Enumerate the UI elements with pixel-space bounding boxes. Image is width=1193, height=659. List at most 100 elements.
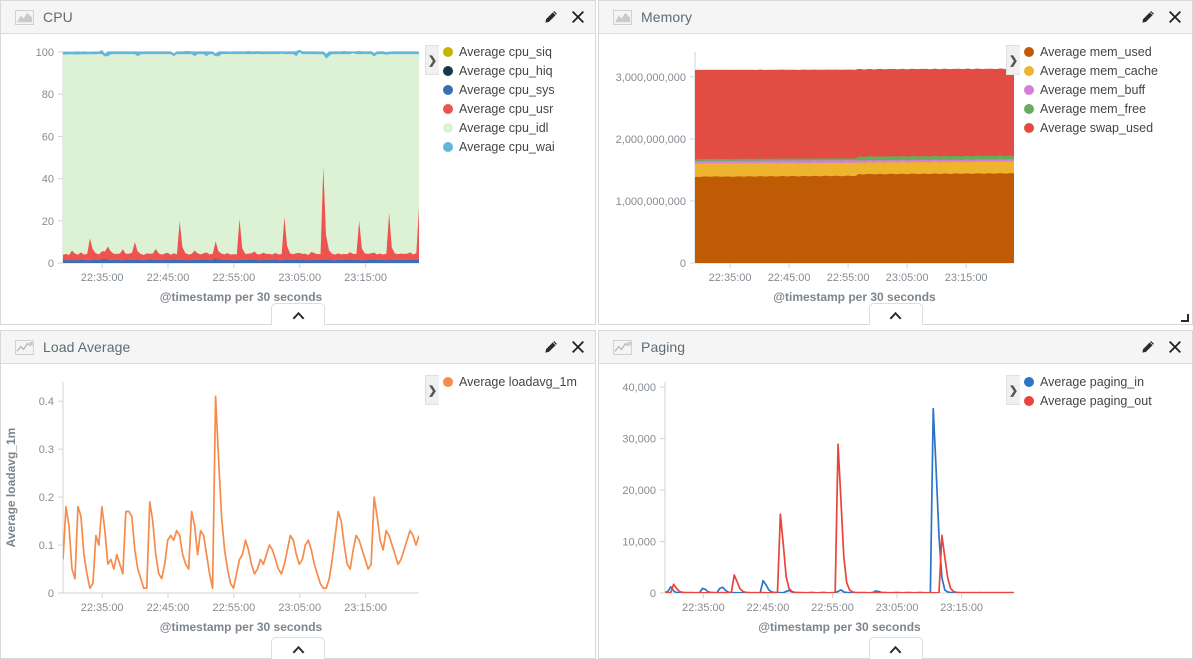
close-panel-icon[interactable] <box>571 340 585 354</box>
y-tick-label: 0 <box>48 258 54 270</box>
x-tick-label: 23:05:00 <box>876 602 919 614</box>
edit-panel-icon[interactable] <box>544 10 558 24</box>
legend-collapse-toggle[interactable]: ❯ <box>425 45 439 75</box>
x-tick-label: 22:45:00 <box>747 602 790 614</box>
y-tick-label: 0 <box>650 588 656 600</box>
legend-item[interactable]: Average mem_free <box>1024 99 1188 118</box>
y-tick-label: 0 <box>48 588 54 600</box>
x-axis-title: @timestamp per 30 seconds <box>160 290 323 304</box>
y-tick-label: 3,000,000,000 <box>616 72 686 84</box>
panel-actions <box>544 340 585 354</box>
panel-body-loadavg: 0 0.1 0.2 0.3 0.4 22:35:00 22:45:00 22:55:00 23:… <box>1 364 595 658</box>
y-tick-label: 0 <box>680 258 686 270</box>
legend-loadavg: ❯ Average loadavg_1m <box>425 372 591 405</box>
legend-collapse-toggle[interactable]: ❯ <box>1006 45 1020 75</box>
edit-panel-icon[interactable] <box>544 340 558 354</box>
legend-item[interactable]: Average cpu_idl <box>443 118 591 137</box>
dashboard-root: CPU 0 20 40 60 80 100 22:35:00 22:45:00 22:55:00 2… <box>0 0 1193 659</box>
y-tick-label: 0.2 <box>39 492 54 504</box>
legend-paging: ❯ Average paging_in Average paging_out <box>1006 372 1188 410</box>
legend-label: Average loadavg_1m <box>459 374 577 389</box>
legend-color-dot <box>443 141 453 152</box>
panel-collapse-handle[interactable] <box>271 637 325 659</box>
legend-color-dot <box>443 376 453 387</box>
legend-label: Average cpu_sys <box>459 82 555 97</box>
panel-actions <box>1141 340 1182 354</box>
area-chart-icon <box>613 9 632 25</box>
series-line <box>665 407 1014 593</box>
x-axis-title: @timestamp per 30 seconds <box>758 620 921 634</box>
legend-color-dot <box>1024 103 1034 114</box>
legend-color-dot <box>443 65 453 76</box>
x-tick-label: 22:55:00 <box>827 272 870 284</box>
legend-color-dot <box>443 103 453 114</box>
close-panel-icon[interactable] <box>1168 340 1182 354</box>
series-area <box>63 51 419 256</box>
edit-panel-icon[interactable] <box>1141 10 1155 24</box>
legend-label: Average cpu_idl <box>459 120 549 135</box>
area-chart-icon <box>15 9 34 25</box>
close-panel-icon[interactable] <box>1168 10 1182 24</box>
legend-item[interactable]: Average loadavg_1m <box>443 372 591 391</box>
x-tick-label: 22:35:00 <box>81 602 124 614</box>
x-tick-label: 23:15:00 <box>940 602 983 614</box>
panel-title: Load Average <box>43 339 131 355</box>
y-tick-label: 20 <box>42 216 54 228</box>
panel-body-paging: 0 10,000 20,000 30,000 40,000 22:35:00 22:45:0… <box>599 364 1192 658</box>
legend-color-dot <box>1024 46 1034 57</box>
x-tick-label: 22:45:00 <box>768 272 811 284</box>
panel-collapse-handle[interactable] <box>271 303 325 325</box>
panel-loadavg: Load Average 0 0.1 0.2 0.3 0.4 22:35:00 22:45:0… <box>0 330 596 659</box>
legend-label: Average cpu_wai <box>459 139 555 154</box>
panel-resize-grip[interactable] <box>1178 311 1190 323</box>
y-tick-label: 40,000 <box>622 382 656 394</box>
x-tick-label: 23:05:00 <box>886 272 929 284</box>
legend-label: Average cpu_usr <box>459 101 554 116</box>
legend-color-dot <box>443 84 453 95</box>
legend-item[interactable]: Average mem_cache <box>1024 61 1188 80</box>
chart-loadavg[interactable]: 0 0.1 0.2 0.3 0.4 22:35:00 22:45:00 22:55:00 23:… <box>1 364 595 658</box>
legend-item[interactable]: Average paging_out <box>1024 391 1188 410</box>
legend-item[interactable]: Average cpu_usr <box>443 99 591 118</box>
panel-body-memory: 0 1,000,000,000 2,000,000,000 3,000,000,000… <box>599 34 1192 324</box>
y-tick-label: 80 <box>42 89 54 101</box>
panel-memory: Memory 0 1,000,000,000 2,000,000,000 3,000,0… <box>598 0 1193 325</box>
line-chart-icon <box>613 339 632 355</box>
legend-label: Average swap_used <box>1040 120 1154 135</box>
legend-label: Average paging_out <box>1040 393 1152 408</box>
x-tick-label: 22:35:00 <box>81 272 124 284</box>
legend-cpu: ❯ Average cpu_siq Average cpu_hiq Average c… <box>425 42 591 156</box>
x-tick-label: 23:05:00 <box>278 272 321 284</box>
x-tick-label: 22:55:00 <box>212 602 255 614</box>
edit-panel-icon[interactable] <box>1141 340 1155 354</box>
panel-header-paging: Paging <box>599 331 1192 364</box>
x-tick-label: 22:55:00 <box>811 602 854 614</box>
x-tick-label: 22:55:00 <box>212 272 255 284</box>
x-tick-label: 23:05:00 <box>278 602 321 614</box>
legend-item[interactable]: Average mem_buff <box>1024 80 1188 99</box>
legend-collapse-toggle[interactable]: ❯ <box>1006 375 1020 405</box>
legend-label: Average paging_in <box>1040 374 1145 389</box>
legend-item[interactable]: Average cpu_hiq <box>443 61 591 80</box>
legend-label: Average cpu_siq <box>459 44 552 59</box>
panel-collapse-handle[interactable] <box>868 637 923 659</box>
legend-collapse-toggle[interactable]: ❯ <box>425 375 439 405</box>
legend-item[interactable]: Average swap_used <box>1024 118 1188 137</box>
x-tick-label: 22:45:00 <box>147 272 190 284</box>
panel-header-loadavg: Load Average <box>1 331 595 364</box>
panel-collapse-handle[interactable] <box>868 303 923 325</box>
legend-color-dot <box>1024 122 1034 133</box>
legend-item[interactable]: Average paging_in <box>1024 372 1188 391</box>
series-area <box>695 172 1014 263</box>
legend-color-dot <box>1024 65 1034 76</box>
legend-memory: ❯ Average mem_used Average mem_cache Averag… <box>1006 42 1188 137</box>
close-panel-icon[interactable] <box>571 10 585 24</box>
legend-item[interactable]: Average cpu_siq <box>443 42 591 61</box>
legend-label: Average cpu_hiq <box>459 63 553 78</box>
series-line <box>665 443 1014 593</box>
legend-item[interactable]: Average cpu_sys <box>443 80 591 99</box>
legend-item[interactable]: Average mem_used <box>1024 42 1188 61</box>
x-axis-title: @timestamp per 30 seconds <box>160 620 323 634</box>
legend-item[interactable]: Average cpu_wai <box>443 137 591 156</box>
panel-actions <box>1141 10 1182 24</box>
